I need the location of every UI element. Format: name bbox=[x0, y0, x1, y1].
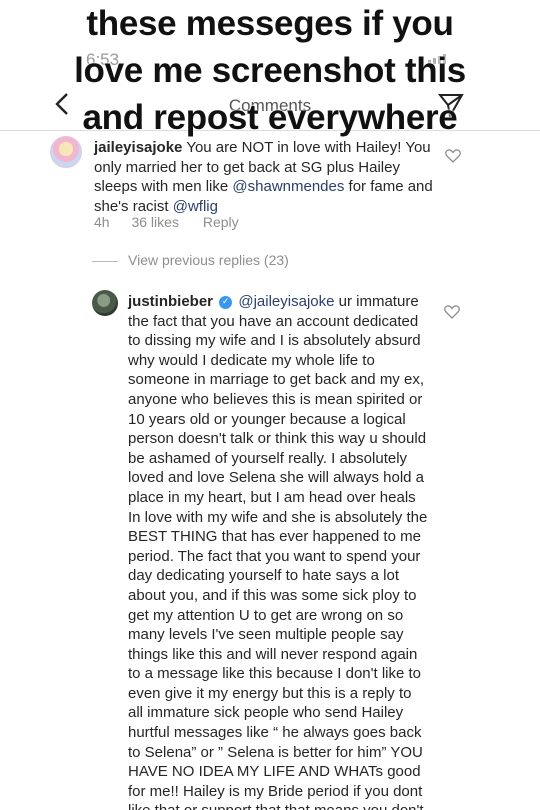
avatar[interactable] bbox=[92, 290, 118, 316]
comment-age: 4h bbox=[94, 214, 110, 230]
instagram-comments-screen: 6:53 Comments these messeges if you love… bbox=[0, 0, 540, 810]
divider-line bbox=[92, 260, 118, 262]
story-caption-overlay: these messeges if you love me screenshot… bbox=[0, 0, 540, 141]
view-previous-label: View previous replies (23) bbox=[128, 252, 289, 268]
mention-link[interactable]: @wflig bbox=[173, 198, 218, 215]
comment-text: ur immature the fact that you have an ac… bbox=[128, 293, 428, 810]
comment-body: jaileyisajoke You are NOT in love with H… bbox=[94, 138, 434, 216]
caption-line: these messeges if you bbox=[86, 4, 454, 43]
caption-line: and repost everywhere bbox=[82, 98, 458, 137]
comment-meta: 4h 36 likes Reply bbox=[94, 214, 257, 230]
comment-username[interactable]: justinbieber bbox=[128, 293, 213, 310]
reply-body: justinbieber ✓ @jaileyisajoke ur immatur… bbox=[128, 292, 428, 810]
reply-button[interactable]: Reply bbox=[203, 214, 239, 230]
mention-link[interactable]: @jaileyisajoke bbox=[238, 293, 334, 310]
comment-username[interactable]: jaileyisajoke bbox=[94, 139, 182, 156]
comment-likes[interactable]: 36 likes bbox=[131, 214, 178, 230]
view-previous-replies[interactable]: View previous replies (23) bbox=[92, 252, 289, 268]
caption-line: love me screenshot this bbox=[74, 51, 466, 90]
verified-badge-icon: ✓ bbox=[219, 295, 233, 309]
heart-icon[interactable] bbox=[445, 149, 461, 163]
mention-link[interactable]: @shawnmendes bbox=[232, 178, 344, 195]
heart-icon[interactable] bbox=[444, 305, 460, 319]
